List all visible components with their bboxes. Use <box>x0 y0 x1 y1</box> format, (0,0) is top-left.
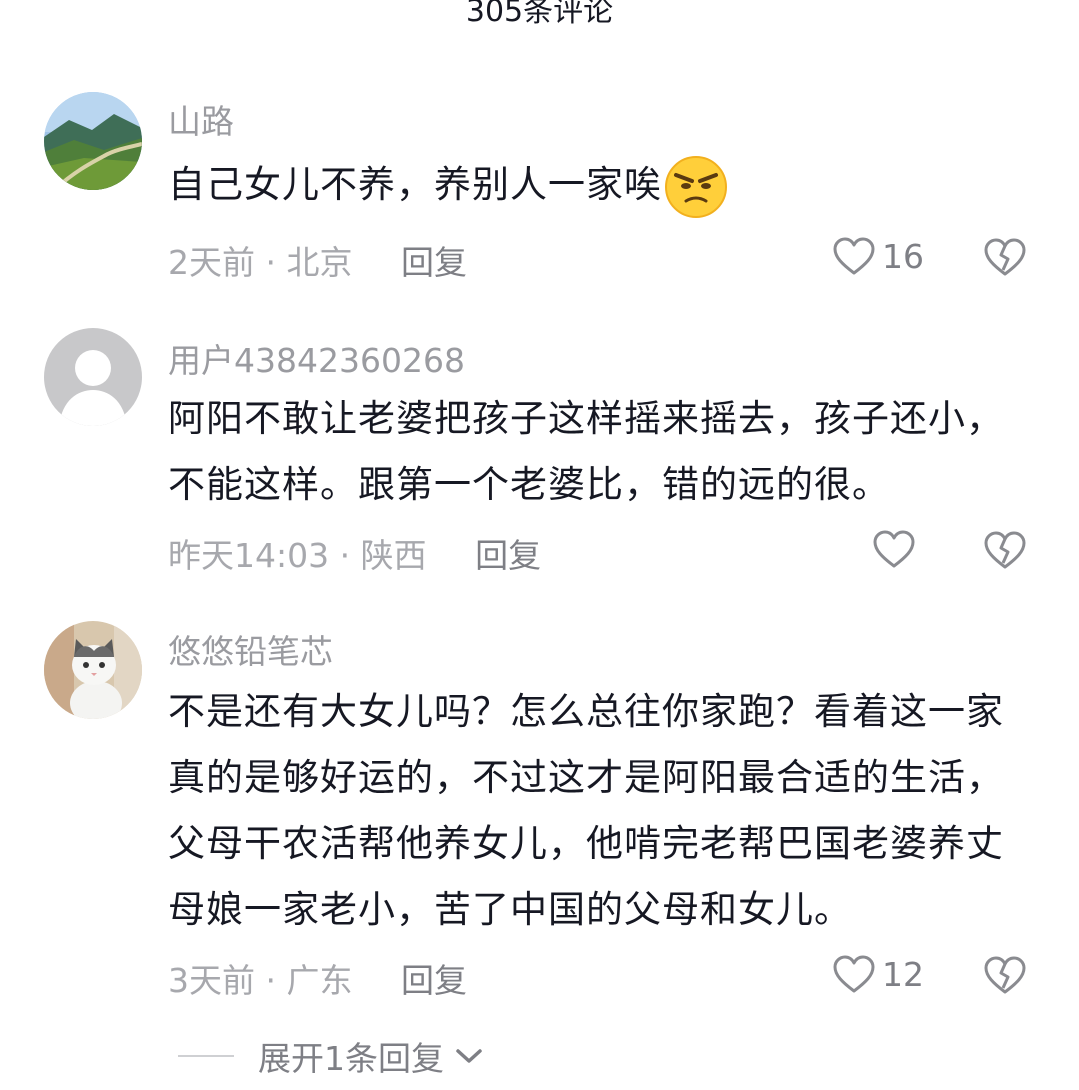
comment-time: 3天前 <box>168 961 255 1000</box>
heart-outline-icon <box>873 530 915 568</box>
comment-meta: 昨天14:03 · 陕西 回复 <box>168 529 541 577</box>
comment-text-content: 自己女儿不养，养别人一家唉 <box>168 163 662 206</box>
comment-text: 阿阳不敢让老婆把孩子这样摇来摇去，孩子还小，不能这样。跟第一个老婆比，错的远的很… <box>168 397 1004 506</box>
comment-location: 广东 <box>286 961 353 1000</box>
meta-separator: · <box>265 243 287 282</box>
like-button[interactable]: 16 <box>832 236 924 276</box>
comment-username[interactable]: 山路 <box>168 95 234 143</box>
reply-button[interactable]: 回复 <box>475 536 541 575</box>
angry-face-emoji-icon <box>665 155 727 218</box>
expand-divider-line <box>178 1055 234 1057</box>
comment-username[interactable]: 用户43842360268 <box>168 334 465 382</box>
comment-text: 不是还有大女儿吗？怎么总往你家跑？看着这一家真的是够好运的，不过这才是阿阳最合适… <box>168 690 1004 931</box>
meta-separator: · <box>339 536 361 575</box>
comment-username[interactable]: 悠悠铅笔芯 <box>168 625 333 673</box>
avatar[interactable] <box>44 328 142 426</box>
comment-meta: 3天前 · 广东 回复 <box>168 954 467 1002</box>
comment-time: 昨天14:03 <box>168 536 330 575</box>
like-count: 16 <box>882 236 924 276</box>
comment-location: 陕西 <box>360 536 427 575</box>
chevron-down-icon <box>456 1049 482 1063</box>
avatar[interactable] <box>44 92 142 190</box>
meta-separator: · <box>265 961 287 1000</box>
expand-replies-button[interactable]: 展开1条回复 <box>178 1032 486 1080</box>
like-count: 12 <box>882 954 924 994</box>
like-button[interactable] <box>872 529 916 569</box>
broken-heart-icon[interactable] <box>983 955 1027 995</box>
heart-outline-icon <box>833 237 875 275</box>
broken-heart-icon[interactable] <box>983 237 1027 277</box>
avatar[interactable] <box>44 621 142 719</box>
comment-meta: 2天前 · 北京 回复 <box>168 236 467 284</box>
comment-count-title: 305条评论 <box>465 0 614 29</box>
expand-replies-label: 展开1条回复 <box>258 1039 444 1078</box>
comment-time: 2天前 <box>168 243 255 282</box>
reply-button[interactable]: 回复 <box>401 243 467 282</box>
like-button[interactable]: 12 <box>832 954 924 994</box>
heart-outline-icon <box>833 955 875 993</box>
reply-button[interactable]: 回复 <box>401 961 467 1000</box>
comment-text: 自己女儿不养，养别人一家唉 <box>168 150 1038 220</box>
comment-location: 北京 <box>286 243 353 282</box>
broken-heart-icon[interactable] <box>983 530 1027 570</box>
